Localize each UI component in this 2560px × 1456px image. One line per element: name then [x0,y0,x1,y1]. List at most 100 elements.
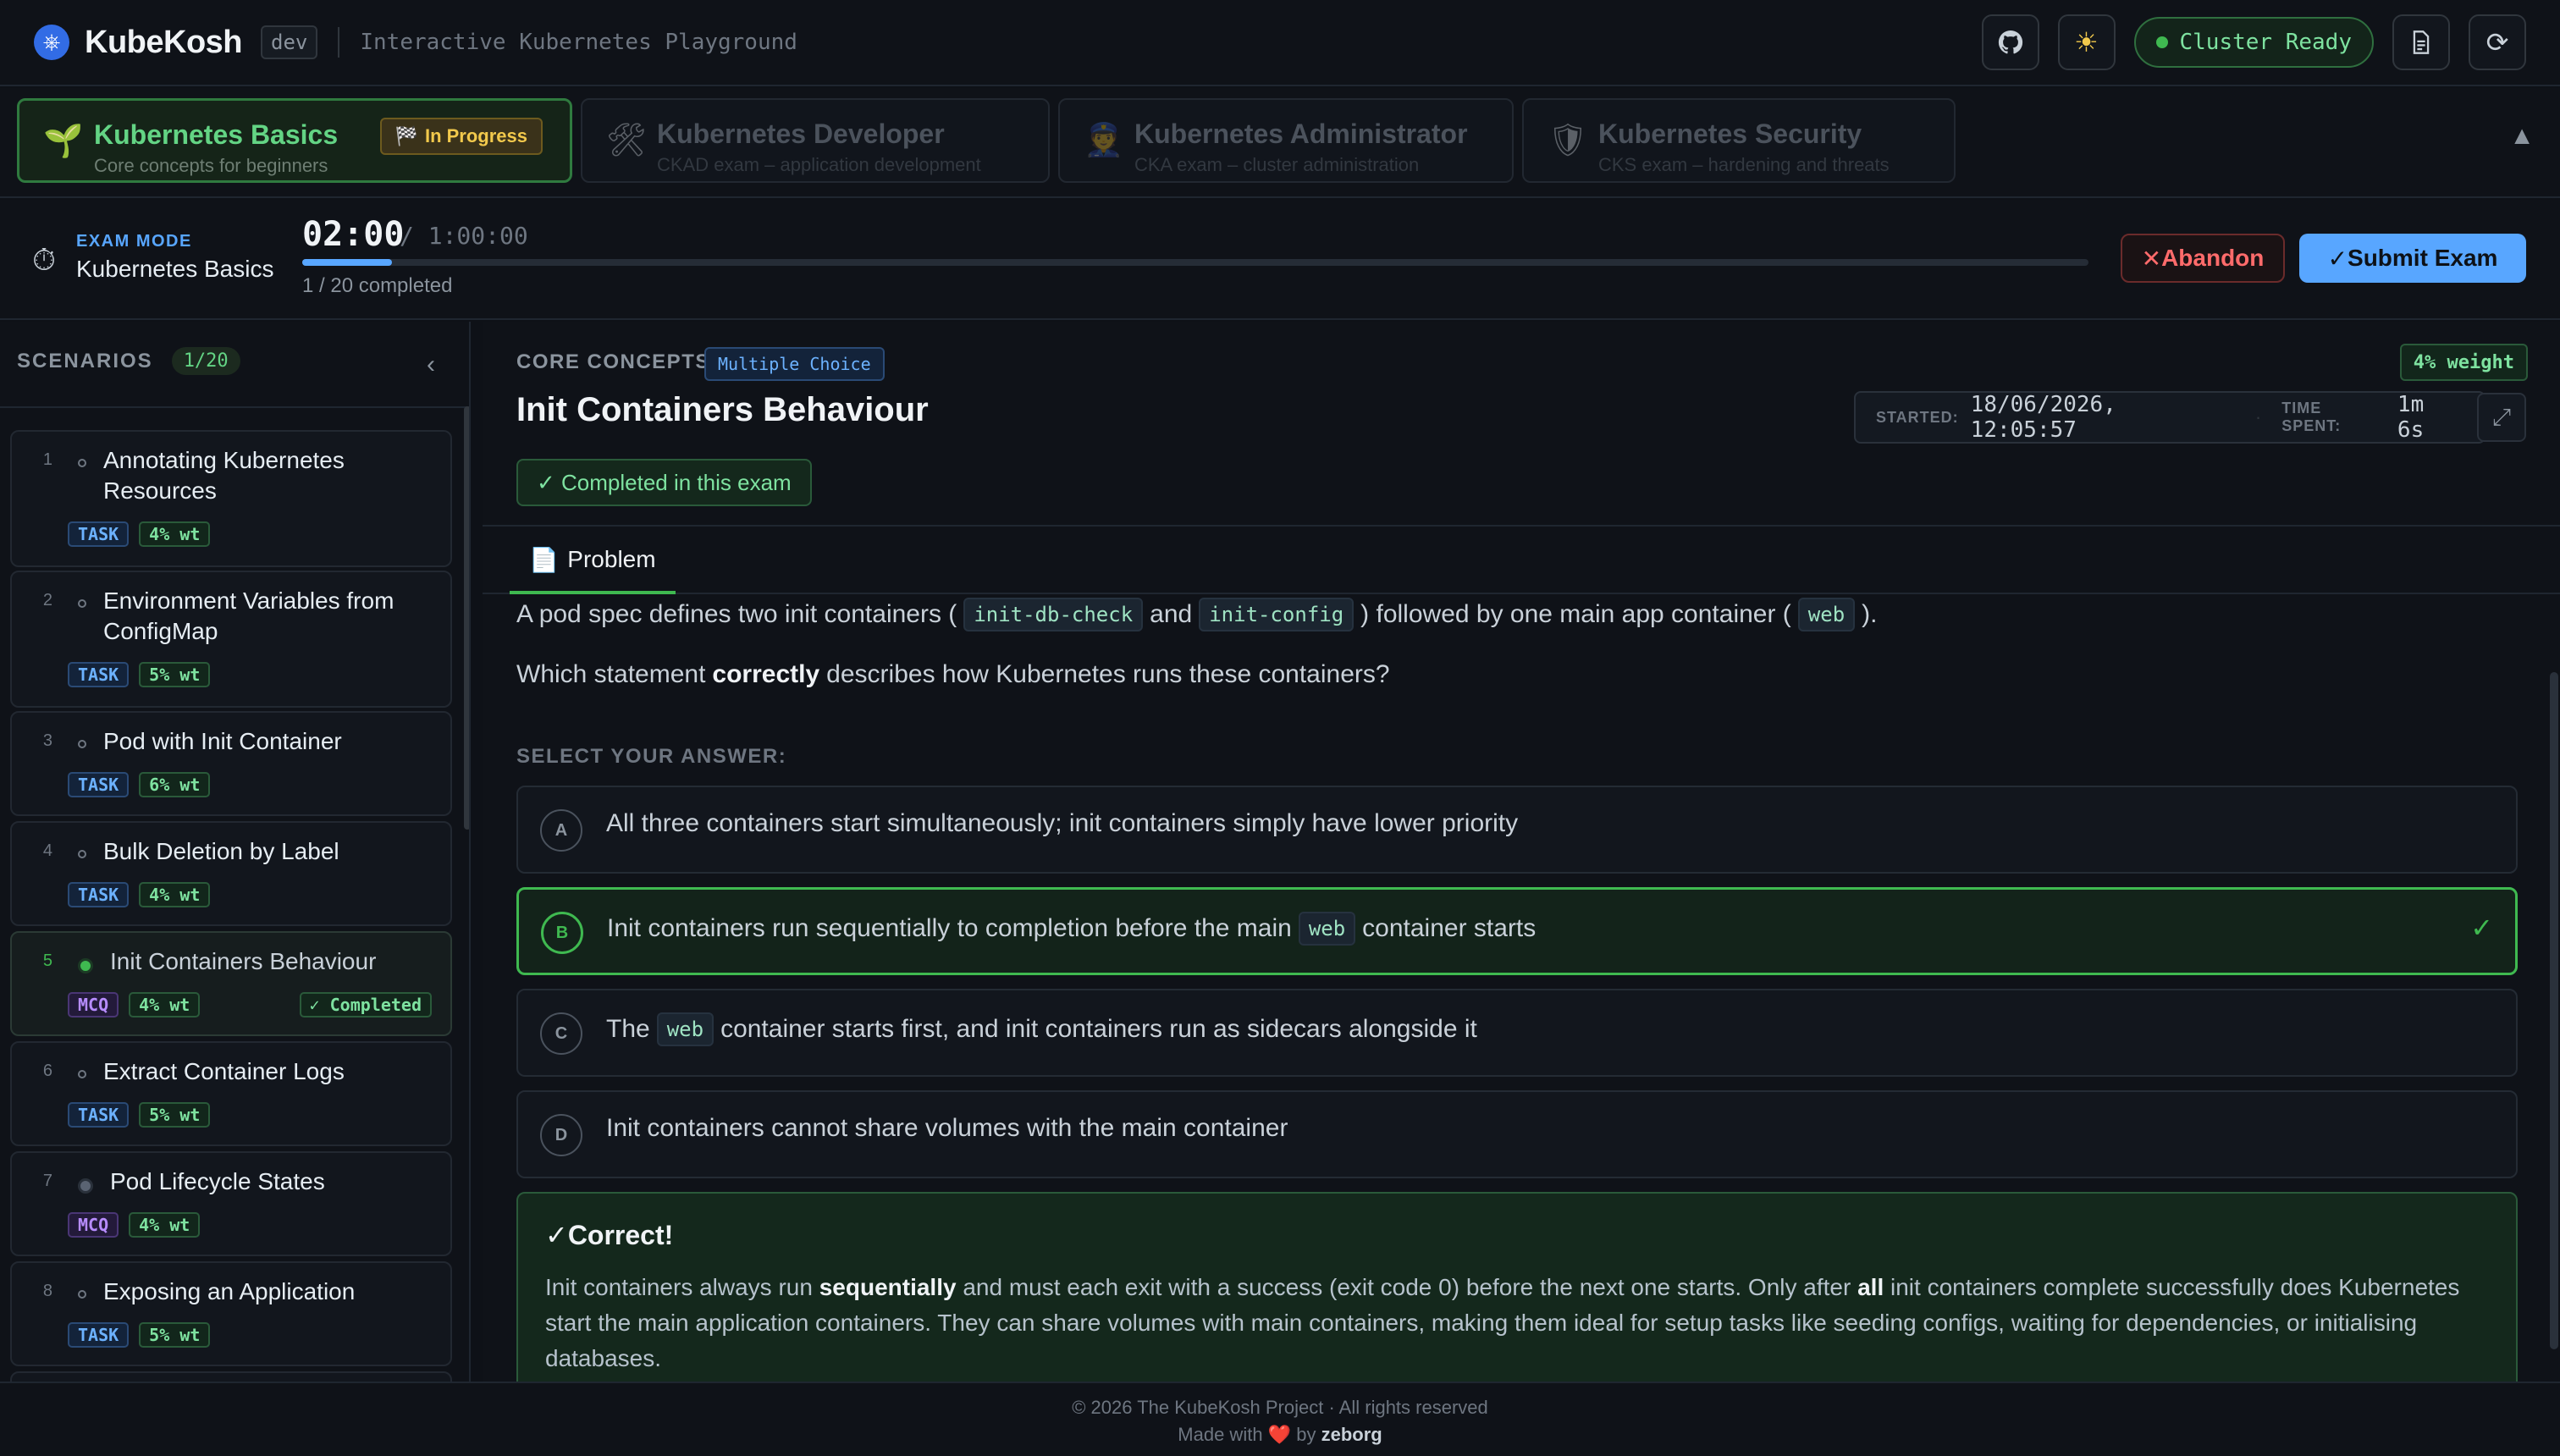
text: ) followed by one main app container ( [1360,600,1791,628]
collapse-sidebar-icon[interactable]: ‹ [427,350,435,379]
pending-status-icon [78,459,86,467]
question-header: CORE CONCEPTS Multiple Choice 4% weight … [483,322,2560,527]
track-tab-security[interactable]: 🛡 Kubernetes Security CKS exam – hardeni… [1522,98,1956,183]
question-category: CORE CONCEPTS [516,350,710,373]
github-button[interactable] [1981,14,2039,70]
weight-badge: 5% wt [139,1322,211,1348]
track-subtitle: CKA exam – cluster administration [1134,154,1420,175]
option-text: Init containers run sequentially to comp… [607,912,1536,946]
track-title: Kubernetes Administrator [1134,119,1468,149]
problem-question: Which statement correctly describes how … [516,660,1390,689]
problem-statement: A pod spec defines two init containers (… [516,598,1877,631]
select-answer-label: SELECT YOUR ANSWER: [516,745,787,768]
divider [338,27,340,58]
heart-icon: ❤️ [1267,1424,1292,1445]
separator-dot: · [2254,406,2262,427]
admin-icon: 👮 [1084,123,1124,158]
track-subtitle: Core concepts for beginners [94,155,328,176]
feedback-explanation: Init containers always run sequentially … [545,1274,2460,1371]
scenario-title: Bulk Deletion by Label [103,838,339,864]
scenario-number: 5 [42,951,52,970]
tools-icon: 🛠 [606,123,648,158]
completed-status-icon [78,958,93,973]
question-weight-badge: 4% weight [2399,344,2528,381]
top-bar: ⎈ KubeKosh dev Interactive Kubernetes Pl… [0,0,2560,86]
track-tab-basics[interactable]: 🌱 Kubernetes Basics Core concepts for be… [17,98,572,183]
type-badge: TASK [68,1102,130,1128]
scenario-title: Extract Container Logs [103,1058,345,1084]
cluster-status-text: Cluster Ready [2179,30,2353,55]
scenario-item[interactable]: 1 Annotating Kubernetes Resources TASK 4… [10,430,452,567]
scenario-item[interactable]: 4 Bulk Deletion by Label TASK 4% wt [10,821,452,926]
scenario-title: Environment Variables from ConfigMap [103,587,394,644]
question-panel: CORE CONCEPTS Multiple Choice 4% weight … [483,322,2560,1382]
docs-button[interactable] [2392,14,2450,70]
inline-code: web [1298,912,1356,946]
option-text: The web container starts first, and init… [606,1012,1477,1046]
copyright-text: © 2026 The KubeKosh Project · All rights… [1072,1397,1488,1418]
answer-option-d[interactable]: D Init containers cannot share volumes w… [516,1090,2518,1178]
refresh-icon: ⟳ [2486,27,2509,58]
scenario-item[interactable]: 3 Pod with Init Container TASK 6% wt [10,711,452,816]
question-title: Init Containers Behaviour [516,391,929,428]
time-spent-value: 1m 6s [2397,392,2425,443]
divider [0,406,469,408]
track-title: Kubernetes Security [1598,119,1862,149]
scenario-title: Pod Lifecycle States [110,1168,325,1194]
feedback-title: ✓Correct! [545,1220,674,1250]
scenario-title: Annotating Kubernetes Resources [103,447,345,504]
inline-code: init-config [1199,598,1354,631]
answer-option-c[interactable]: C The web container starts first, and in… [516,989,2518,1077]
weight-badge: 6% wt [139,772,211,797]
seedling-icon: 🌱 [43,124,84,159]
footer: © 2026 The KubeKosh Project · All rights… [0,1382,2560,1456]
content-scrollbar[interactable] [2550,672,2558,1349]
option-letter: A [540,809,582,852]
question-meta: STARTED: 18/06/2026, 12:05:57 · TIME SPE… [1854,391,2486,444]
author-link[interactable]: zeborg [1321,1424,1382,1445]
sidebar-header: SCENARIOS 1/20 [17,347,240,375]
text: A pod spec defines two init containers ( [516,600,957,628]
tagline: Interactive Kubernetes Playground [360,30,797,55]
text: and [1150,600,1193,628]
scenario-title: Exposing an Application [103,1278,356,1304]
theme-toggle-button[interactable]: ☀ [2057,14,2116,70]
scenario-item[interactable] [10,1371,452,1382]
track-tab-developer[interactable]: 🛠 Kubernetes Developer CKAD exam – appli… [581,98,1050,183]
tab-label: Problem [567,546,656,572]
scenario-item[interactable]: 7 Pod Lifecycle States MCQ 4% wt [10,1151,452,1256]
answer-option-b[interactable]: B Init containers run sequentially to co… [516,887,2518,975]
scenario-item[interactable]: 2 Environment Variables from ConfigMap T… [10,571,452,708]
status-dot-icon [2155,36,2168,48]
pending-status-icon [78,1290,86,1299]
scenario-number: 8 [42,1282,52,1300]
scenario-tags: TASK 5% wt [68,1322,211,1348]
close-icon: ✕ [2141,245,2162,272]
track-tab-administrator[interactable]: 👮 Kubernetes Administrator CKA exam – cl… [1058,98,1514,183]
pending-status-icon [78,850,86,858]
env-badge: dev [261,25,318,59]
abandon-button[interactable]: ✕ Abandon [2121,234,2285,283]
scenario-item[interactable]: 6 Extract Container Logs TASK 5% wt [10,1041,452,1146]
track-title: Kubernetes Basics [94,119,339,150]
tab-problem[interactable]: 📄 Problem [510,528,676,594]
top-actions: ☀ Cluster Ready ⟳ [1981,14,2526,70]
option-letter: C [540,1012,582,1055]
started-value: 18/06/2026, 12:05:57 [1970,392,2116,443]
scenario-tags: TASK 4% wt [68,521,211,547]
emphasis-text: correctly [712,660,820,688]
scenario-tags: TASK 6% wt [68,772,211,797]
scenario-item-active[interactable]: 5 Init Containers Behaviour MCQ 4% wt ✓ … [10,931,452,1036]
submit-exam-button[interactable]: ✓ Submit Exam [2299,234,2526,283]
weight-badge: 4% wt [139,521,211,547]
collapse-tracks-icon[interactable]: ▲ [2509,122,2535,151]
scenario-tags: MCQ 4% wt [68,1212,201,1238]
option-text: All three containers start simultaneousl… [606,809,1519,837]
answer-option-a[interactable]: A All three containers start simultaneou… [516,786,2518,874]
kubernetes-logo-icon: ⎈ [34,25,69,60]
scenario-item[interactable]: 8 Exposing an Application TASK 5% wt [10,1261,452,1366]
sidebar-scrollbar[interactable] [464,406,469,830]
refresh-button[interactable]: ⟳ [2469,14,2526,70]
scenario-number: 6 [42,1062,52,1080]
expand-button[interactable]: ⤢ [2477,393,2526,442]
